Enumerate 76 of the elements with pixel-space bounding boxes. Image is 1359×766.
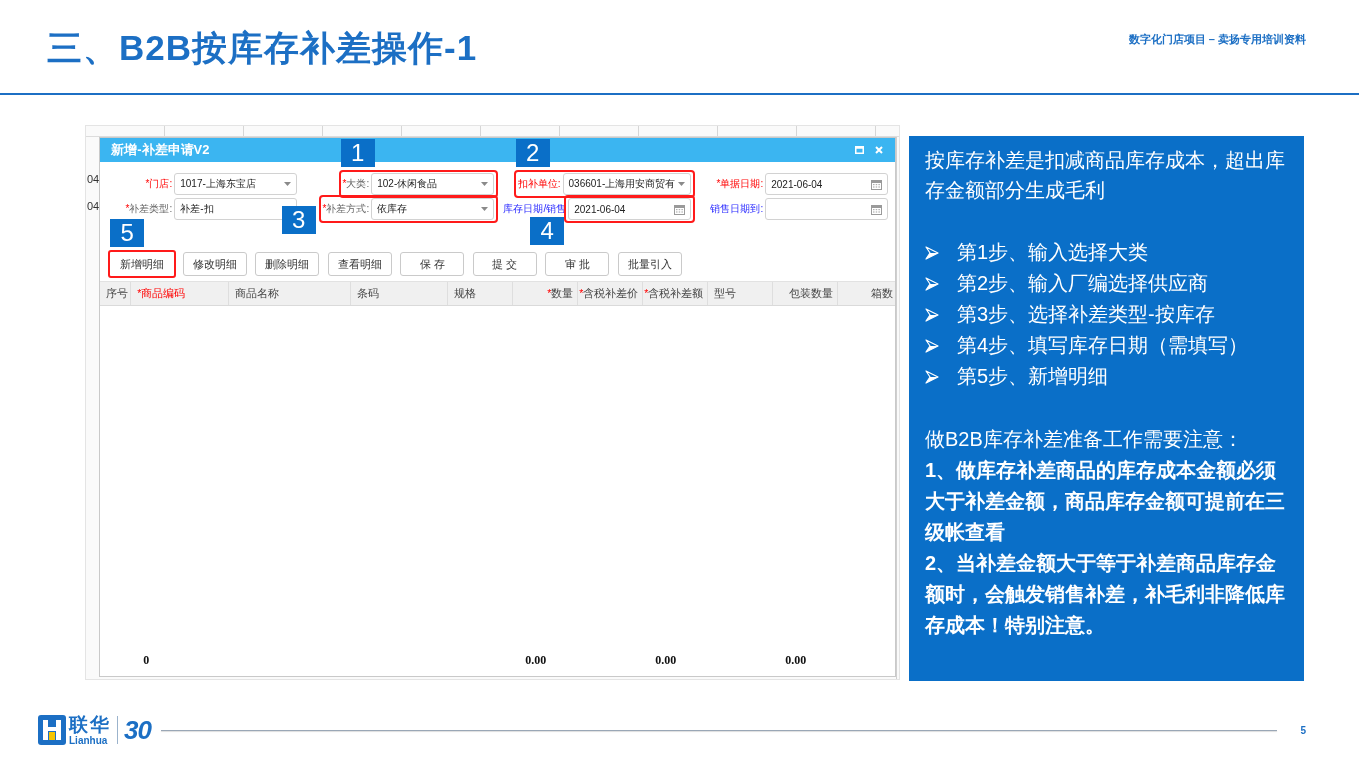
brand-name: 联华 xyxy=(69,714,111,735)
field-label: *门店: xyxy=(145,177,173,191)
field-label: 库存日期/销售 xyxy=(503,202,567,216)
caret-down-icon xyxy=(678,182,686,186)
step-badge: 2 xyxy=(515,139,550,167)
field-label: *大类: xyxy=(342,177,370,191)
dropdown-field[interactable]: 102-休闲食品 xyxy=(371,173,495,195)
action-button[interactable]: 提 交 xyxy=(472,252,537,276)
dropdown-field[interactable]: 1017-上海东宝店 xyxy=(174,173,298,195)
column-header: *含税补差价 xyxy=(578,282,644,305)
row-text: 04 xyxy=(87,199,100,213)
dropdown-field[interactable]: 依库存 xyxy=(371,198,495,220)
step-badge: 5 xyxy=(110,219,145,247)
action-button[interactable]: 查看明细 xyxy=(327,252,392,276)
caret-down-icon xyxy=(481,182,489,186)
column-header: 商品名称 xyxy=(229,282,352,305)
page-number: 5 xyxy=(1300,724,1306,736)
step-badge: 1 xyxy=(340,139,375,167)
calendar-icon xyxy=(871,203,883,215)
step-text: 第2步、输入厂编选择供应商 xyxy=(957,271,1209,296)
arrowhead-bullet-icon xyxy=(925,245,939,260)
brand-logo-icon xyxy=(38,715,66,745)
column-header: 条码 xyxy=(351,282,449,305)
calendar-icon xyxy=(674,203,686,215)
step-text: 第5步、新增明细 xyxy=(957,364,1109,389)
action-button[interactable]: 删除明细 xyxy=(255,252,320,276)
column-header: 规格 xyxy=(448,282,514,305)
field-label: 扣补单位: xyxy=(517,177,561,191)
action-button[interactable]: 审 批 xyxy=(545,252,610,276)
step-text: 第3步、选择补差类型-按库存 xyxy=(957,302,1215,327)
step-text: 第1步、输入选择大类 xyxy=(957,240,1149,265)
step-badge: 3 xyxy=(281,206,316,234)
column-header: *含税补差额 xyxy=(643,282,709,305)
column-header: *数量 xyxy=(513,282,579,305)
column-header: 型号 xyxy=(708,282,774,305)
dialog-title: 新增-补差申请V2 xyxy=(111,141,210,159)
step-badge: 4 xyxy=(530,217,565,245)
note-text: 1、做库存补差商品的库存成本金额必须大于补差金额，商品库存金额可提前在三级帐查看 xyxy=(925,458,1286,545)
notes-heading: 做B2B库存补差准备工作需要注意： xyxy=(925,427,1244,452)
total-value: 0.00 xyxy=(525,652,547,668)
action-button[interactable]: 新增明细 xyxy=(108,250,177,278)
action-button[interactable]: 批量引入 xyxy=(617,252,682,276)
date-field[interactable]: 2021-06-04 xyxy=(765,173,889,195)
note-text: 2、当补差金额大于等于补差商品库存金额时，会触发销售补差，补毛利非降低库存成本！特别注意。 xyxy=(925,551,1286,638)
step-text: 第4步、填写库存日期（需填写） xyxy=(957,333,1249,358)
date-field[interactable]: 2021-06-04 xyxy=(568,198,692,220)
column-header: 包装数量 xyxy=(773,282,839,305)
column-header: *商品编码 xyxy=(131,282,230,305)
column-header: 箱数 xyxy=(870,286,895,301)
field-label: 销售日期到: xyxy=(710,202,764,216)
total-value: 0.00 xyxy=(785,652,807,668)
action-button[interactable]: 保 存 xyxy=(400,252,465,276)
intro-text: 按库存补差是扣减商品库存成本，超出库存金额部分生成毛利 xyxy=(925,148,1286,203)
anniversary-logo: 30 xyxy=(124,715,151,745)
arrowhead-bullet-icon xyxy=(925,369,939,384)
brand-name-latin: Lianhua xyxy=(69,734,109,746)
header-subtitle: 数字化门店项目 – 卖扬专用培训资料 xyxy=(1128,33,1306,46)
caret-down-icon xyxy=(481,207,489,211)
row-text: 04 xyxy=(87,172,100,186)
action-button[interactable]: 修改明细 xyxy=(182,252,247,276)
date-field[interactable] xyxy=(765,198,889,220)
total-value: 0 xyxy=(143,652,150,668)
arrowhead-bullet-icon xyxy=(925,276,939,291)
column-header: 序号 xyxy=(100,282,132,305)
total-value: 0.00 xyxy=(655,652,677,668)
dropdown-field[interactable]: 036601-上海用安商贸有 xyxy=(562,173,692,195)
calendar-icon xyxy=(871,178,883,190)
field-label: *单据日期: xyxy=(716,177,764,191)
maximize-icon[interactable] xyxy=(855,146,865,154)
caret-down-icon xyxy=(284,182,292,186)
arrowhead-bullet-icon xyxy=(925,307,939,322)
arrowhead-bullet-icon xyxy=(925,338,939,353)
slide-title: 三、B2B按库存补差操作-1 xyxy=(47,28,478,68)
close-icon[interactable] xyxy=(875,146,884,154)
field-label: *补差方式: xyxy=(322,202,370,216)
field-label: *补差类型: xyxy=(125,202,173,216)
